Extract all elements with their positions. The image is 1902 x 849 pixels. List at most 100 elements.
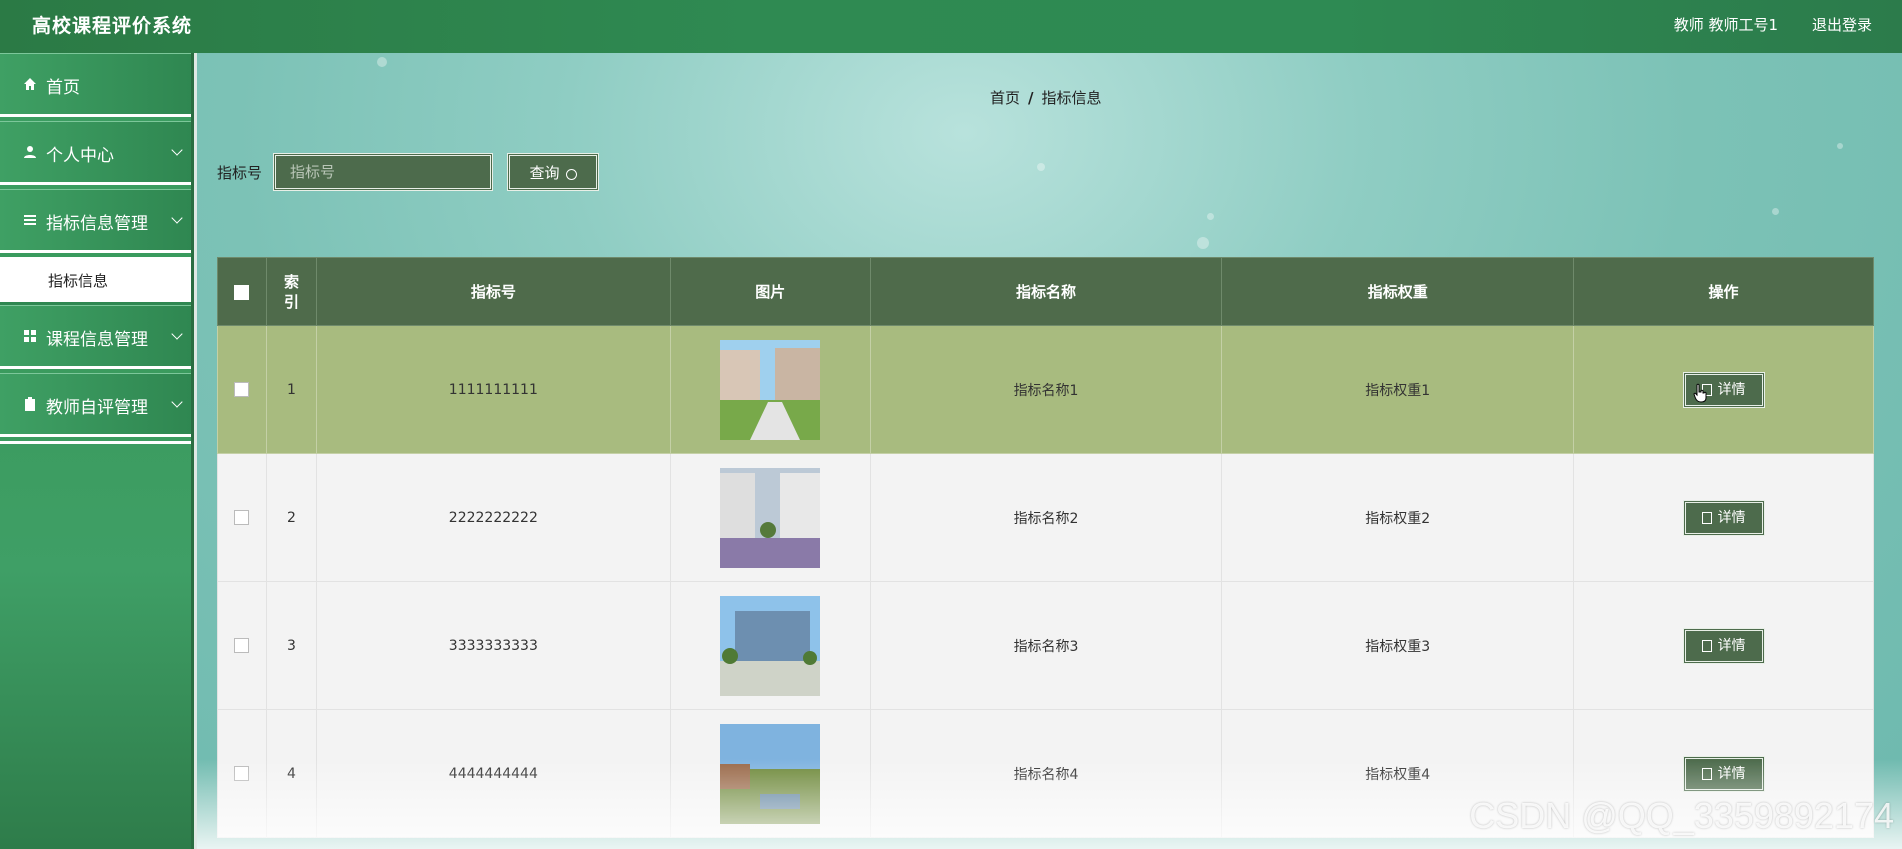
main-content: 首页 / 指标信息 指标号 查询 索 引 指标号 图片 指标名称 指标权重 操作 1… bbox=[197, 53, 1902, 849]
row-select-cell bbox=[217, 581, 267, 710]
app-title: 高校课程评价系统 bbox=[32, 15, 193, 37]
chevron-down-icon bbox=[171, 144, 183, 156]
row-checkbox[interactable] bbox=[234, 510, 250, 525]
search-button[interactable]: 查询 bbox=[507, 153, 599, 191]
row-image-cell bbox=[669, 325, 871, 454]
search-icon bbox=[565, 168, 577, 180]
row-code: 1111111111 bbox=[315, 325, 671, 454]
row-select-cell bbox=[217, 709, 267, 838]
header-action: 操作 bbox=[1573, 257, 1874, 326]
document-icon bbox=[1701, 767, 1712, 780]
sidebar-item-course-management[interactable]: 课程信息管理 bbox=[0, 305, 191, 369]
breadcrumb-current: 指标信息 bbox=[1041, 89, 1102, 107]
row-select-cell bbox=[217, 453, 267, 582]
table-row[interactable]: 3 3333333333 指标名称3 指标权重3 详情 bbox=[217, 581, 1874, 710]
row-name: 指标名称3 bbox=[869, 581, 1223, 710]
row-weight: 指标权重3 bbox=[1221, 581, 1575, 710]
background-bokeh bbox=[1837, 143, 1843, 149]
select-all-checkbox[interactable] bbox=[234, 284, 250, 300]
detail-button[interactable]: 详情 bbox=[1682, 499, 1765, 536]
indicator-table: 索 引 指标号 图片 指标名称 指标权重 操作 1 1111111111 指标名… bbox=[217, 257, 1874, 838]
row-name: 指标名称2 bbox=[869, 453, 1223, 582]
row-select-cell bbox=[217, 325, 267, 454]
user-info: 教师 教师工号1 bbox=[1673, 16, 1778, 34]
sidebar-item-home[interactable]: 首页 bbox=[0, 53, 191, 117]
row-checkbox[interactable] bbox=[234, 382, 250, 397]
header-weight: 指标权重 bbox=[1221, 257, 1575, 326]
watermark: CSDN @QQ_3359892174 bbox=[1469, 795, 1894, 836]
sidebar-subitem-indicator-info[interactable]: 指标信息 bbox=[0, 257, 191, 305]
row-index: 1 bbox=[265, 325, 317, 454]
breadcrumb-separator: / bbox=[1028, 89, 1034, 107]
document-icon bbox=[1701, 639, 1712, 652]
row-weight: 指标权重2 bbox=[1221, 453, 1575, 582]
row-name: 指标名称1 bbox=[869, 325, 1223, 454]
header-image: 图片 bbox=[669, 257, 871, 326]
sidebar-item-self-evaluation[interactable]: 教师自评管理 bbox=[0, 373, 191, 437]
sidebar-item-label: 个人中心 bbox=[46, 146, 114, 166]
sidebar-item-indicator-management[interactable]: 指标信息管理 bbox=[0, 189, 191, 253]
detail-button-label: 详情 bbox=[1717, 637, 1746, 654]
row-index: 3 bbox=[265, 581, 317, 710]
home-icon bbox=[24, 78, 36, 90]
row-image-cell bbox=[669, 581, 871, 710]
row-action-cell: 详情 bbox=[1573, 581, 1874, 710]
detail-button-label: 详情 bbox=[1717, 381, 1746, 398]
document-icon bbox=[1701, 511, 1712, 524]
row-code: 2222222222 bbox=[315, 453, 671, 582]
list-icon bbox=[24, 215, 36, 225]
chevron-down-icon bbox=[171, 212, 183, 224]
mouse-cursor-icon bbox=[1693, 383, 1707, 403]
clipboard-icon bbox=[25, 397, 35, 411]
background-bokeh bbox=[1037, 163, 1045, 171]
row-code: 4444444444 bbox=[315, 709, 671, 838]
row-image-cell bbox=[669, 709, 871, 838]
chevron-down-icon bbox=[171, 328, 183, 340]
row-index: 2 bbox=[265, 453, 317, 582]
table-row[interactable]: 1 1111111111 指标名称1 指标权重1 详情 bbox=[217, 325, 1874, 454]
row-action-cell: 详情 bbox=[1573, 325, 1874, 454]
indicator-code-search-input[interactable] bbox=[273, 153, 493, 191]
table-row[interactable]: 2 2222222222 指标名称2 指标权重2 详情 bbox=[217, 453, 1874, 582]
detail-button-label: 详情 bbox=[1717, 765, 1746, 782]
breadcrumb: 首页 / 指标信息 bbox=[990, 87, 1102, 108]
sidebar-item-personal-center[interactable]: 个人中心 bbox=[0, 121, 191, 185]
search-label: 指标号 bbox=[217, 164, 263, 182]
detail-button-label: 详情 bbox=[1717, 509, 1746, 526]
header-select-all[interactable] bbox=[217, 257, 267, 326]
search-button-label: 查询 bbox=[529, 163, 560, 182]
logout-link[interactable]: 退出登录 bbox=[1812, 14, 1872, 35]
sidebar: 首页 个人中心 指标信息管理 指标信息 课程信息管理 教师自评管理 bbox=[0, 53, 194, 849]
row-weight: 指标权重1 bbox=[1221, 325, 1575, 454]
row-code: 3333333333 bbox=[315, 581, 671, 710]
campus-image bbox=[720, 467, 821, 568]
top-header: 高校课程评价系统 教师 教师工号1 退出登录 bbox=[0, 0, 1902, 53]
grid-icon bbox=[24, 330, 36, 342]
sidebar-item-label: 课程信息管理 bbox=[46, 330, 148, 350]
sidebar-item-label: 教师自评管理 bbox=[46, 398, 148, 418]
detail-button[interactable]: 详情 bbox=[1682, 627, 1765, 664]
row-name: 指标名称4 bbox=[869, 709, 1223, 838]
campus-image bbox=[720, 723, 821, 824]
row-checkbox[interactable] bbox=[234, 638, 250, 653]
header-code: 指标号 bbox=[315, 257, 671, 326]
campus-image bbox=[720, 595, 821, 696]
sidebar-item-label: 首页 bbox=[46, 78, 80, 98]
row-action-cell: 详情 bbox=[1573, 453, 1874, 582]
breadcrumb-home[interactable]: 首页 bbox=[990, 89, 1020, 107]
table-header-row: 索 引 指标号 图片 指标名称 指标权重 操作 bbox=[217, 257, 1874, 326]
row-image-cell bbox=[669, 453, 871, 582]
sidebar-item-label: 指标信息管理 bbox=[46, 214, 148, 234]
row-checkbox[interactable] bbox=[234, 766, 250, 781]
row-index: 4 bbox=[265, 709, 317, 838]
detail-button[interactable]: 详情 bbox=[1682, 755, 1765, 792]
chevron-down-icon bbox=[171, 396, 183, 408]
background-bokeh bbox=[1207, 213, 1214, 220]
header-index: 索 引 bbox=[265, 257, 317, 326]
user-icon bbox=[24, 146, 36, 158]
header-name: 指标名称 bbox=[869, 257, 1223, 326]
campus-image bbox=[720, 339, 821, 440]
background-bokeh bbox=[377, 57, 387, 67]
sidebar-filler bbox=[0, 441, 191, 841]
background-bokeh bbox=[1197, 237, 1209, 249]
